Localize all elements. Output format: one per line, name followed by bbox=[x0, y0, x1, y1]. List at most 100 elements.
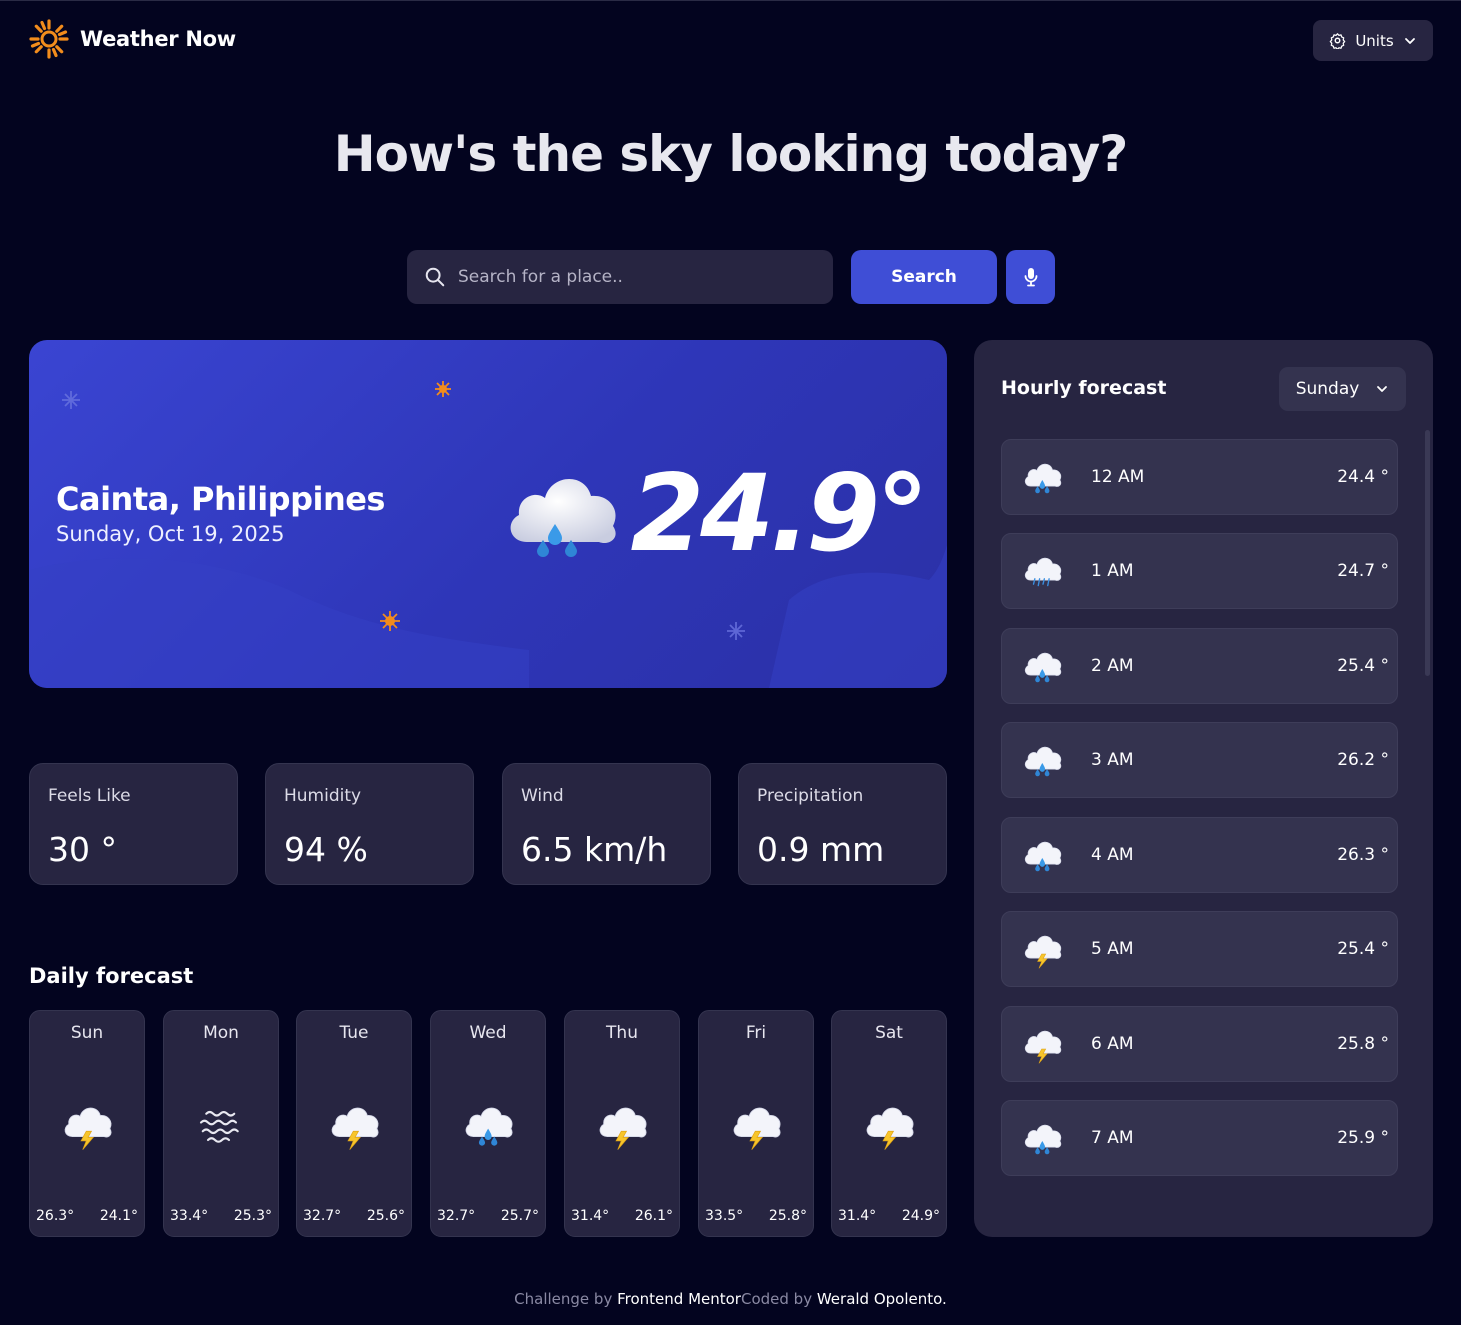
rain-cloud-icon bbox=[465, 1107, 513, 1146]
hour-weather-icon-wrapper bbox=[1021, 837, 1065, 879]
current-date: Sunday, Oct 19, 2025 bbox=[56, 522, 285, 546]
daily-forecast-card: Mon 33.4° 25.3° bbox=[163, 1010, 279, 1237]
day-low-temp: 24.1° bbox=[99, 1208, 138, 1224]
hour-weather-icon-wrapper bbox=[1021, 742, 1065, 784]
rain-cloud-icon bbox=[1024, 746, 1062, 777]
hourly-forecast-row: 4 AM 26.3 ° bbox=[1001, 817, 1398, 893]
hourly-forecast-row: 5 AM 25.4 ° bbox=[1001, 911, 1398, 987]
thunderstorm-icon bbox=[599, 1107, 647, 1150]
stat-label: Wind bbox=[521, 786, 564, 806]
feels-like-card: Feels Like 30 ° bbox=[29, 763, 238, 885]
day-name: Wed bbox=[469, 1023, 507, 1043]
thunderstorm-icon bbox=[64, 1107, 112, 1150]
hour-temp: 25.8 ° bbox=[1337, 1034, 1389, 1054]
hourly-forecast-panel: Hourly forecast Sunday 12 AM 24.4 ° 1 AM 24… bbox=[974, 340, 1433, 1237]
search-button[interactable]: Search bbox=[851, 250, 997, 304]
selected-day-label: Sunday bbox=[1295, 379, 1360, 399]
location-name: Cainta, Philippines bbox=[56, 480, 385, 518]
rain-cloud-icon bbox=[1024, 463, 1062, 494]
brand-title: Weather Now bbox=[80, 27, 236, 51]
hour-temp: 25.9 ° bbox=[1337, 1128, 1389, 1148]
day-weather-icon-wrapper bbox=[327, 1101, 383, 1155]
voice-search-button[interactable] bbox=[1006, 250, 1055, 304]
stat-value: 6.5 km/h bbox=[521, 830, 668, 869]
hour-weather-icon-wrapper bbox=[1021, 459, 1065, 501]
search-icon bbox=[425, 267, 445, 287]
day-weather-icon-wrapper bbox=[595, 1101, 651, 1155]
hour-time: 6 AM bbox=[1091, 1034, 1134, 1054]
thunderstorm-icon bbox=[1024, 1030, 1062, 1064]
daily-forecast-card: Fri 33.5° 25.8° bbox=[698, 1010, 814, 1237]
current-temperature: 24.9° bbox=[630, 452, 929, 575]
hour-time: 4 AM bbox=[1091, 845, 1134, 865]
day-low-temp: 25.6° bbox=[366, 1208, 405, 1224]
hour-time: 2 AM bbox=[1091, 656, 1134, 676]
chevron-down-icon bbox=[1404, 37, 1415, 44]
rain-cloud-icon bbox=[510, 478, 616, 557]
hour-temp: 26.2 ° bbox=[1337, 750, 1389, 770]
frontend-mentor-link[interactable]: Frontend Mentor bbox=[617, 1290, 741, 1308]
current-weather-card: Cainta, Philippines Sunday, Oct 19, 2025… bbox=[29, 340, 947, 688]
hourly-scrollbar[interactable] bbox=[1425, 430, 1430, 676]
footer-coded-prefix: Coded by bbox=[740, 1290, 817, 1308]
day-high-temp: 26.3° bbox=[36, 1208, 75, 1224]
app-header: Weather Now bbox=[29, 19, 236, 59]
hour-temp: 25.4 ° bbox=[1337, 939, 1389, 959]
rain-cloud-icon bbox=[1024, 1124, 1062, 1155]
rain-cloud-icon bbox=[1024, 652, 1062, 683]
hourly-forecast-row: 7 AM 25.9 ° bbox=[1001, 1100, 1398, 1176]
search-input[interactable] bbox=[458, 267, 798, 287]
gear-icon bbox=[1330, 33, 1346, 49]
day-high-temp: 32.7° bbox=[303, 1208, 342, 1224]
day-select-dropdown[interactable]: Sunday bbox=[1279, 367, 1406, 411]
daily-forecast-card: Sat 31.4° 24.9° bbox=[831, 1010, 947, 1237]
day-weather-icon-wrapper bbox=[862, 1101, 918, 1155]
day-low-temp: 25.8° bbox=[768, 1208, 807, 1224]
hourly-forecast-title: Hourly forecast bbox=[1001, 377, 1167, 399]
hour-time: 3 AM bbox=[1091, 750, 1134, 770]
hour-temp: 24.4 ° bbox=[1337, 467, 1389, 487]
author-link[interactable]: Werald Opolento bbox=[817, 1290, 942, 1308]
day-low-temp: 24.9° bbox=[901, 1208, 940, 1224]
sun-logo-icon bbox=[29, 19, 69, 59]
precipitation-card: Precipitation 0.9 mm bbox=[738, 763, 947, 885]
day-name: Mon bbox=[203, 1023, 239, 1043]
chevron-down-icon bbox=[1377, 386, 1388, 392]
day-name: Sat bbox=[875, 1023, 903, 1043]
humidity-card: Humidity 94 % bbox=[265, 763, 474, 885]
day-high-temp: 32.7° bbox=[437, 1208, 476, 1224]
stat-value: 0.9 mm bbox=[757, 830, 885, 869]
day-weather-icon-wrapper bbox=[194, 1101, 250, 1155]
day-name: Thu bbox=[606, 1023, 638, 1043]
hourly-forecast-row: 3 AM 26.2 ° bbox=[1001, 722, 1398, 798]
units-label: Units bbox=[1355, 31, 1394, 50]
search-box[interactable] bbox=[407, 250, 833, 304]
day-high-temp: 33.5° bbox=[705, 1208, 744, 1224]
hour-temp: 24.7 ° bbox=[1337, 561, 1389, 581]
daily-forecast-card: Tue 32.7° 25.6° bbox=[296, 1010, 412, 1237]
thunderstorm-icon bbox=[331, 1107, 379, 1150]
day-high-temp: 33.4° bbox=[170, 1208, 209, 1224]
hour-time: 5 AM bbox=[1091, 939, 1134, 959]
hour-weather-icon-wrapper bbox=[1021, 931, 1065, 973]
day-low-temp: 25.7° bbox=[500, 1208, 539, 1224]
daily-forecast-card: Thu 31.4° 26.1° bbox=[564, 1010, 680, 1237]
fog-icon bbox=[199, 1110, 239, 1143]
hour-weather-icon-wrapper bbox=[1021, 648, 1065, 690]
day-low-temp: 26.1° bbox=[634, 1208, 673, 1224]
day-name: Tue bbox=[339, 1023, 369, 1043]
hour-time: 1 AM bbox=[1091, 561, 1134, 581]
units-dropdown-button[interactable]: Units bbox=[1313, 20, 1433, 61]
day-name: Sun bbox=[70, 1023, 104, 1043]
microphone-icon bbox=[1024, 268, 1037, 287]
daily-forecast-card: Wed 32.7° 25.7° bbox=[430, 1010, 546, 1237]
stat-label: Precipitation bbox=[757, 786, 864, 806]
day-weather-icon-wrapper bbox=[729, 1101, 785, 1155]
daily-forecast-title: Daily forecast bbox=[29, 964, 194, 988]
day-name: Fri bbox=[745, 1023, 767, 1043]
footer: Challenge by Frontend MentorCoded by Wer… bbox=[0, 1290, 1461, 1308]
drizzle-icon bbox=[1024, 557, 1062, 587]
daily-forecast-card: Sun 26.3° 24.1° bbox=[29, 1010, 145, 1237]
hourly-forecast-row: 12 AM 24.4 ° bbox=[1001, 439, 1398, 515]
footer-suffix: . bbox=[942, 1290, 947, 1308]
